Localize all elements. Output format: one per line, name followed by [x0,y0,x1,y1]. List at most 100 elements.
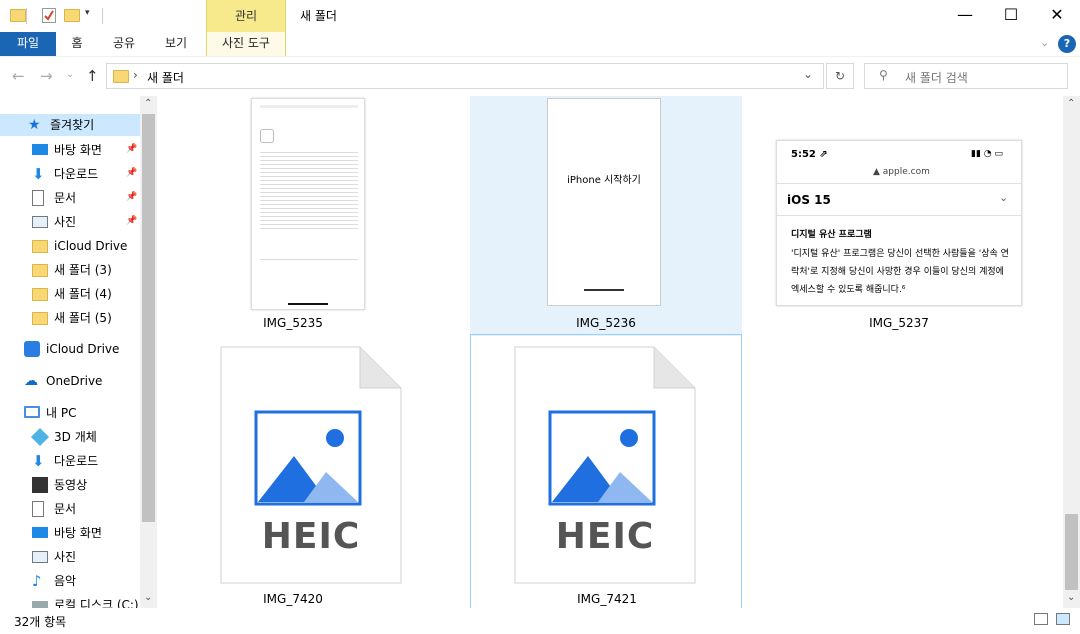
tab-file[interactable]: 파일 [0,32,56,56]
status-bar: 32개 항목 [0,608,1080,634]
nav-scrollbar[interactable]: ⌃ ⌄ [140,96,157,608]
folder-icon [32,240,48,253]
breadcrumb-current[interactable]: 새 폴더 [147,69,184,86]
desktop-icon [32,527,48,538]
tab-share[interactable]: 공유 [102,32,146,56]
file-name: IMG_5237 [869,316,929,330]
refresh-button[interactable]: ↻ [826,63,854,89]
ios-app-icon [260,129,274,143]
heic-file-icon: HEIC [514,346,696,584]
pin-icon: 📌 [126,192,138,202]
search-field[interactable]: ⚲ 새 폴더 검색 [864,63,1068,89]
thumb-caption: iPhone 시작하기 [567,175,641,186]
onedrive-cloud-icon: ☁ [24,373,38,389]
sidebar-item-label: 사진 [54,550,77,564]
scroll-up-icon[interactable]: ⌃ [1067,98,1075,109]
search-placeholder: 새 폴더 검색 [905,71,968,85]
download-icon: ⬇ [32,452,45,470]
help-button[interactable]: ? [1058,35,1076,53]
sidebar-item-label: 문서 [54,191,77,205]
tab-home[interactable]: 홈 [60,32,94,56]
tab-view[interactable]: 보기 [154,32,198,56]
expand-ribbon-icon[interactable]: ⌄ [1040,36,1049,49]
close-button[interactable]: ✕ [1034,0,1080,32]
scroll-down-icon[interactable]: ⌄ [144,592,152,603]
file-item[interactable]: IMG_5235 [157,96,429,332]
file-item-hover[interactable]: HEIC IMG_7421 [470,334,742,608]
item-count: 32개 항목 [14,615,67,629]
sidebar-item-label: iCloud Drive [54,239,128,253]
file-item[interactable]: HEIC IMG_7420 [157,344,429,608]
address-row: ← → ⌄ ↑ › 새 폴더 ⌄ ↻ ⚲ 새 폴더 검색 [0,56,1080,96]
desktop-icon [32,144,48,155]
address-bar[interactable]: › 새 폴더 ⌄ [106,63,824,89]
window-title: 새 폴더 [300,9,337,23]
file-name: IMG_5236 [576,316,636,330]
thumb-subheading: 디지털 유산 프로그램 [791,230,872,240]
thumb-time: 5:52 ⇗ [791,149,828,160]
sidebar-item-label: 바탕 화면 [54,526,102,540]
scroll-thumb[interactable] [1065,514,1078,590]
customize-quick-access-icon[interactable]: ▾ [85,8,90,18]
sidebar-item-label: iCloud Drive [46,342,120,356]
sidebar-item-label: 다운로드 [54,167,99,181]
home-indicator [288,303,328,305]
scroll-up-icon[interactable]: ⌃ [144,98,152,109]
sidebar-item-label: 문서 [54,502,77,516]
breadcrumb-separator[interactable]: › [133,68,138,82]
tab-picture-tools[interactable]: 사진 도구 [206,32,286,56]
sidebar-item-label: 3D 개체 [54,430,97,444]
properties-icon[interactable] [42,8,56,23]
computer-icon [24,406,40,418]
sidebar-item-label: 새 폴더 (3) [54,263,112,277]
title-bar: ▾ 관리 새 폴더 — ☐ ✕ [0,0,1080,32]
back-arrow-icon[interactable]: ← [12,67,25,85]
maximize-button[interactable]: ☐ [988,0,1034,32]
recent-locations-icon[interactable]: ⌄ [66,69,74,80]
details-view-icon[interactable] [1034,613,1048,625]
divider [102,8,103,24]
pictures-icon [32,551,48,563]
thumb-divider [260,259,358,260]
manage-context-tab[interactable]: 관리 [206,0,286,32]
home-indicator [584,289,624,291]
document-icon [32,501,44,517]
chevron-down-icon: ⌄ [999,191,1009,204]
document-icon [32,190,44,206]
file-item-selected[interactable]: iPhone 시작하기 IMG_5236 [470,96,742,336]
star-icon: ★ [28,117,41,133]
new-folder-icon[interactable] [64,9,80,22]
pin-icon: 📌 [126,144,138,154]
videos-icon [32,477,48,493]
pictures-icon [32,216,48,228]
folder-icon [113,70,129,83]
content-scrollbar[interactable]: ⌃ ⌄ [1063,96,1080,608]
divider [26,8,27,24]
thumb-divider [777,183,1021,184]
thumb-body: '디지털 유산' 프로그램은 당신이 선택한 사람들을 '상속 연락처'로 지정… [791,249,1009,295]
minimize-button[interactable]: — [942,0,988,32]
scroll-down-icon[interactable]: ⌄ [1067,592,1075,603]
file-view: IMG_5235 iPhone 시작하기 IMG_5236 5:52 ⇗ ▮▮ … [157,96,1063,608]
up-arrow-icon[interactable]: ↑ [86,67,99,85]
heic-file-icon: HEIC [220,346,402,584]
sidebar-item-label: 새 폴더 (5) [54,311,112,325]
sidebar-item-label: 동영상 [54,478,88,492]
sidebar-item-label: 다운로드 [54,454,99,468]
folder-icon [32,264,48,277]
heic-label: HEIC [555,516,655,557]
search-icon: ⚲ [879,68,888,82]
thumb-url: ▲ apple.com [873,167,930,177]
thumb-divider [777,215,1021,216]
scroll-thumb[interactable] [142,114,155,522]
address-dropdown-icon[interactable]: ⌄ [803,67,813,81]
thumb-heading: iOS 15 [787,193,831,207]
large-icons-view-icon[interactable] [1056,613,1070,625]
thumbnail-iphone: iPhone 시작하기 [547,98,661,306]
forward-arrow-icon[interactable]: → [40,67,53,85]
file-item[interactable]: 5:52 ⇗ ▮▮ ◔ ▭ ▲ apple.com iOS 15 ⌄ 디지털 유… [763,96,1035,332]
ribbon-tabs: 파일 홈 공유 보기 사진 도구 ⌄ ? [0,32,1080,56]
thumb-text-block [260,149,358,229]
pin-icon: 📌 [126,216,138,226]
folder-icon [10,9,26,22]
